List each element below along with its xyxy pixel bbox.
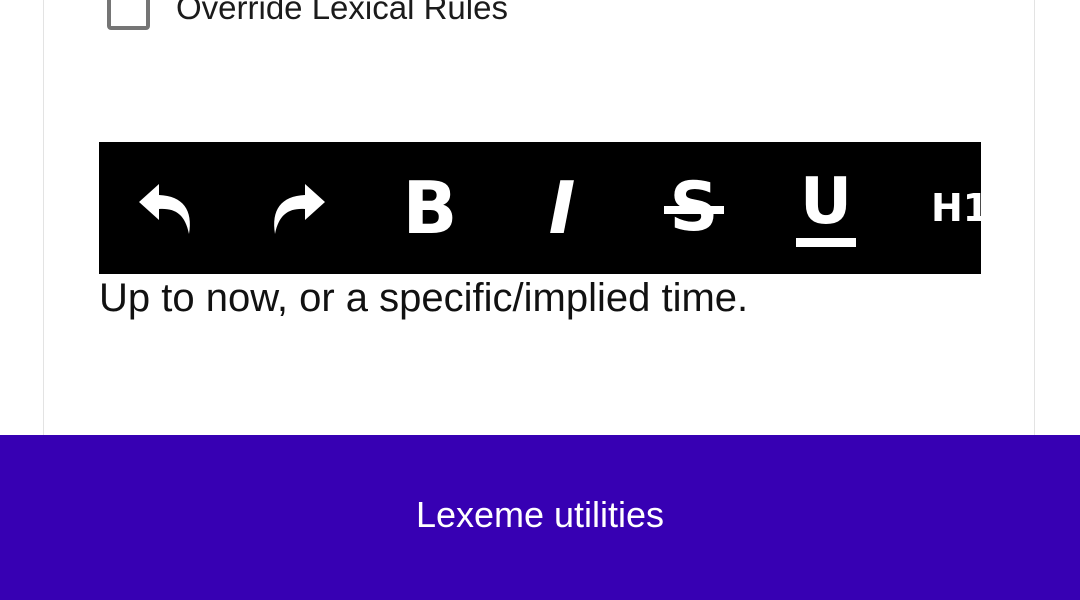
override-lexical-rules-checkbox[interactable] (107, 0, 150, 30)
heading-1-button[interactable]: H1 (931, 142, 981, 274)
underline-icon: U (796, 170, 856, 247)
bold-button[interactable]: B (393, 142, 467, 274)
strikethrough-button[interactable]: S (657, 142, 731, 274)
undo-icon (135, 180, 197, 236)
strikethrough-icon: S (663, 168, 725, 247)
italic-icon: I (548, 166, 576, 250)
editor-content[interactable]: Up to now, or a specific/implied time. (99, 276, 748, 321)
redo-icon (267, 180, 329, 236)
lexeme-utilities-label: Lexeme utilities (415, 494, 665, 535)
italic-button[interactable]: I (525, 142, 599, 274)
bold-icon: B (402, 166, 458, 250)
undo-button[interactable] (129, 142, 203, 274)
override-lexical-rules-row[interactable]: Override Lexical Rules (107, 0, 508, 30)
lexeme-utilities-button[interactable]: Lexeme utilities (0, 435, 1080, 600)
rich-text-toolbar: B I S U H1 (99, 142, 981, 274)
underline-button[interactable]: U (789, 142, 863, 274)
redo-button[interactable] (261, 142, 335, 274)
heading-1-icon: H1 (931, 186, 981, 230)
override-lexical-rules-label[interactable]: Override Lexical Rules (176, 0, 508, 27)
